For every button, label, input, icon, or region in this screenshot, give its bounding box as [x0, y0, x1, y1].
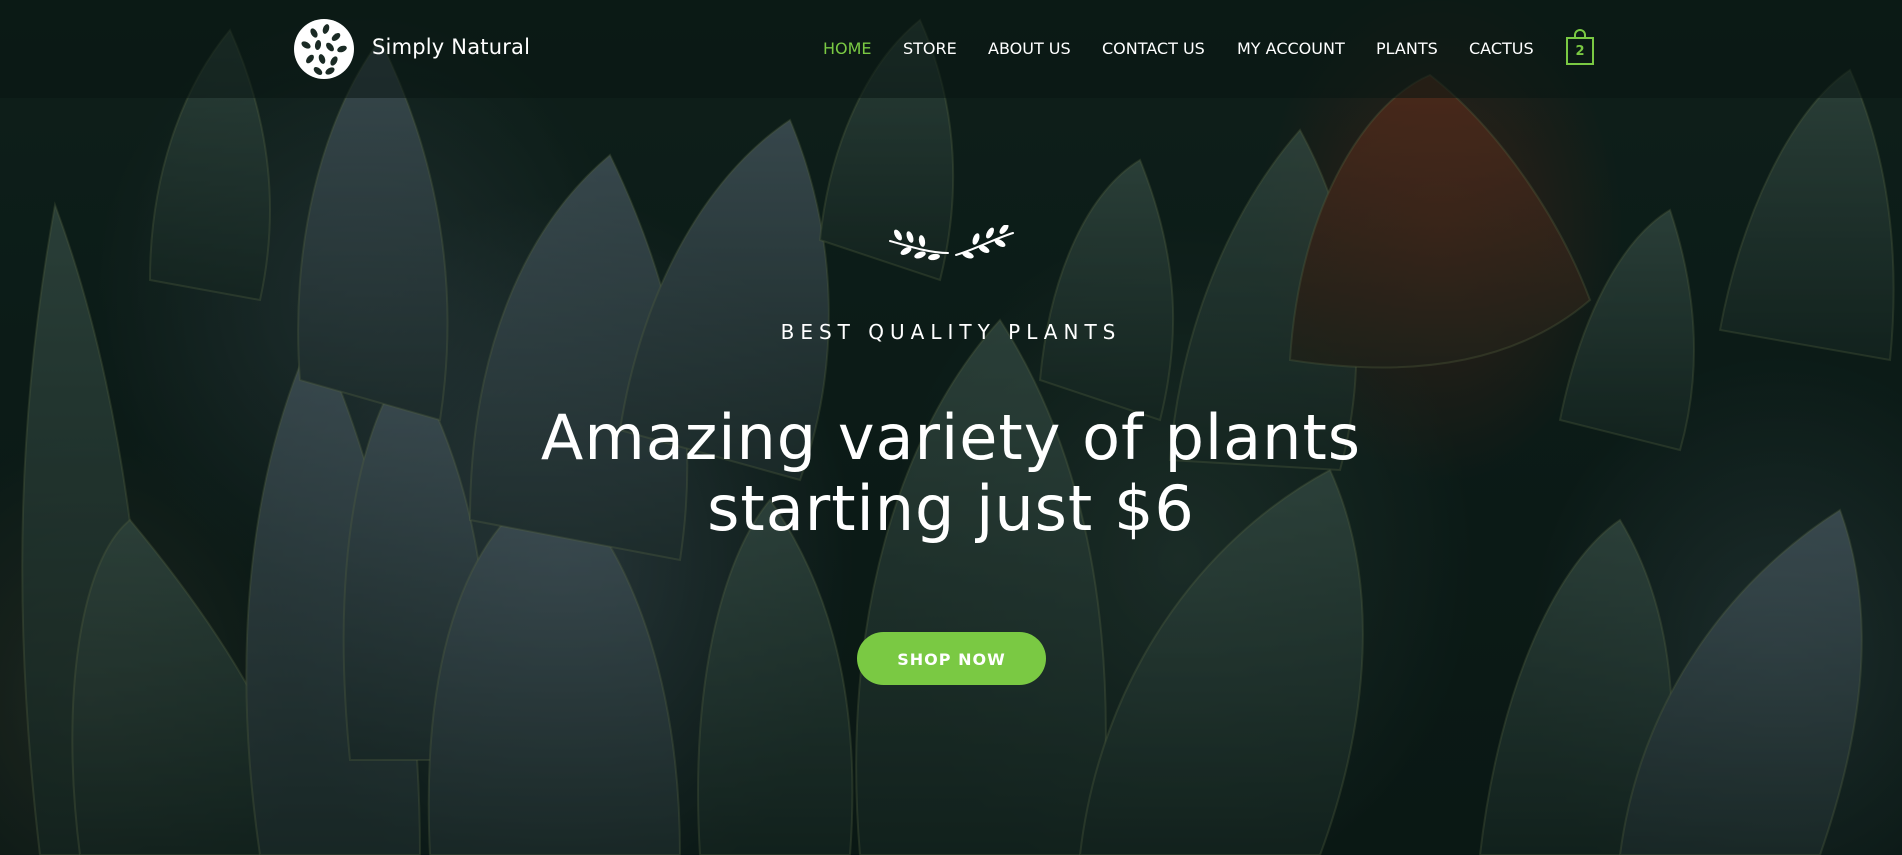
nav-item-contact-us[interactable]: CONTACT US [1102, 39, 1205, 58]
hero-headline: Amazing variety of plants starting just … [451, 402, 1451, 544]
brand-logo[interactable] [292, 17, 356, 81]
nav-item-about-us[interactable]: ABOUT US [988, 39, 1071, 58]
nav-item-my-account[interactable]: MY ACCOUNT [1237, 39, 1345, 58]
laurel-branch-icon [889, 225, 1014, 261]
cart-button[interactable]: 2 [1565, 29, 1595, 66]
leaf-medallion-icon [294, 19, 354, 79]
nav-item-cactus[interactable]: CACTUS [1469, 39, 1534, 58]
hero-headline-line-1: Amazing variety of plants [540, 401, 1362, 474]
hero-eyebrow: BEST QUALITY PLANTS [780, 320, 1122, 344]
hero-headline-line-2: starting just $6 [707, 472, 1195, 545]
site-header: Simply Natural HOME STORE ABOUT US CONTA… [0, 0, 1902, 98]
shop-now-button[interactable]: SHOP NOW [857, 632, 1046, 685]
cart-count-badge: 2 [1575, 44, 1585, 59]
brand-name[interactable]: Simply Natural [372, 35, 530, 59]
nav-item-home[interactable]: HOME [823, 39, 872, 58]
nav-item-store[interactable]: STORE [903, 39, 957, 58]
nav-item-plants[interactable]: PLANTS [1376, 39, 1438, 58]
